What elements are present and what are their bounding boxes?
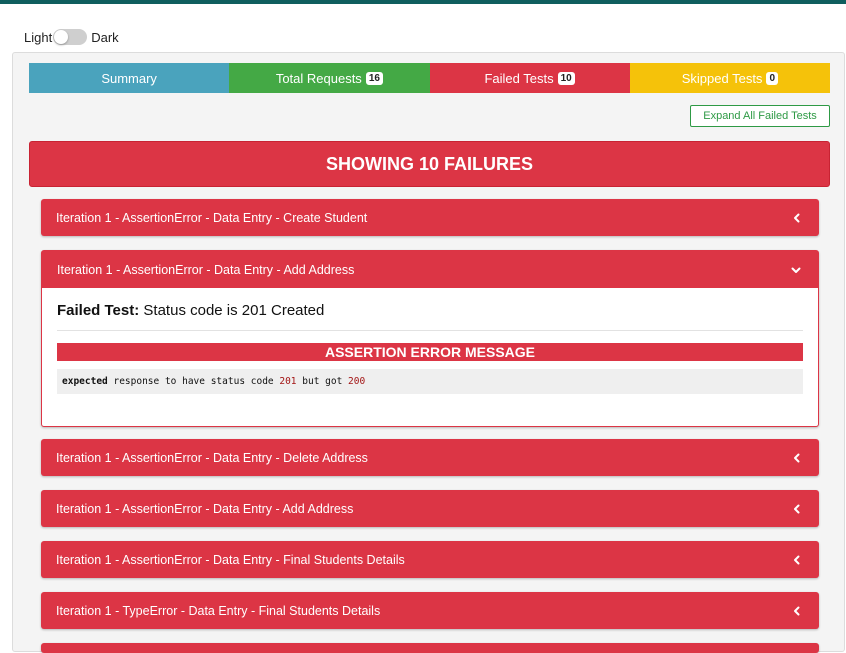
top-accent-bar xyxy=(0,0,846,4)
chevron-left-icon xyxy=(790,451,804,465)
msg-actual-code: 200 xyxy=(348,376,366,387)
assertion-error-title: ASSERTION ERROR MESSAGE xyxy=(57,343,803,361)
tab-total-requests[interactable]: Total Requests 16 xyxy=(229,63,430,93)
failures-banner: SHOWING 10 FAILURES xyxy=(29,141,830,187)
expand-all-failed-button[interactable]: Expand All Failed Tests xyxy=(690,105,830,127)
failure-title: Iteration 1 - AssertionError - Data Entr… xyxy=(56,210,368,225)
chevron-left-icon xyxy=(790,211,804,225)
failure-header[interactable]: Iteration 1 - AssertionError - Data Entr… xyxy=(41,541,819,578)
msg-expected-code: 201 xyxy=(279,376,297,387)
dark-label: Dark xyxy=(91,29,119,45)
report-tabs: Summary Total Requests 16 Failed Tests 1… xyxy=(29,63,830,93)
msg-text: but got xyxy=(296,376,349,387)
chevron-down-icon xyxy=(789,263,803,277)
failure-title: Iteration 1 - AssertionError - Data Entr… xyxy=(56,501,354,516)
chevron-left-icon xyxy=(790,553,804,567)
failure-header[interactable]: Iteration 1 - AssertionError - Data Entr… xyxy=(41,490,819,527)
failure-title: Iteration 1 - AssertionError - Data Entr… xyxy=(56,450,368,465)
count-badge: 0 xyxy=(766,71,778,85)
failure-detail: Failed Test: Status code is 201 Created … xyxy=(42,288,818,394)
tab-label: Total Requests xyxy=(275,70,362,86)
theme-switch[interactable] xyxy=(53,29,88,45)
chevron-left-icon xyxy=(790,604,804,618)
failure-item: Iteration 1 - AssertionError - Data Entr… xyxy=(41,490,819,527)
light-label: Light xyxy=(24,29,53,45)
failure-item-expanded: Iteration 1 - AssertionError - Data Entr… xyxy=(41,250,819,427)
assertion-error-message: expected response to have status code 20… xyxy=(57,369,803,394)
msg-text: response to have status code xyxy=(107,376,280,387)
tab-label: Summary xyxy=(101,70,157,86)
count-badge: 10 xyxy=(557,71,575,85)
failure-header[interactable]: Iteration 1 - AssertionError - Data Entr… xyxy=(41,439,819,476)
theme-toggle: Light Dark xyxy=(24,28,119,46)
tab-failed-tests[interactable]: Failed Tests 10 xyxy=(429,63,630,93)
chevron-left-icon xyxy=(790,502,804,516)
tab-summary[interactable]: Summary xyxy=(29,63,230,93)
msg-keyword: expected xyxy=(62,376,108,387)
failure-item: Iteration 1 - AssertionError - Data Entr… xyxy=(41,439,819,476)
failed-test-label: Failed Test: xyxy=(57,302,140,319)
report-panel: Summary Total Requests 16 Failed Tests 1… xyxy=(12,52,845,653)
failure-item: Iteration 1 - TypeError - Data Entry - F… xyxy=(41,592,819,629)
failure-header[interactable]: Iteration 1 - TypeError - Data Entry - F… xyxy=(41,592,819,629)
failure-item: Iteration 1 - AssertionError - Data Entr… xyxy=(41,541,819,578)
tab-label: Failed Tests xyxy=(484,70,554,86)
failed-test-name: Status code is 201 Created xyxy=(139,302,325,319)
failure-title: Iteration 1 - AssertionError - Data Entr… xyxy=(57,262,355,277)
tab-label: Skipped Tests xyxy=(681,70,763,86)
failure-title: Iteration 1 - AssertionError - Data Entr… xyxy=(56,552,405,567)
failure-header[interactable]: Iteration 1 - AssertionError - Data Entr… xyxy=(42,251,818,288)
switch-knob xyxy=(54,30,69,44)
count-badge: 16 xyxy=(365,71,383,85)
failure-item: Iteration 1 - AssertionError - Data Entr… xyxy=(41,199,819,236)
tab-skipped-tests[interactable]: Skipped Tests 0 xyxy=(629,63,830,93)
failure-header[interactable]: Iteration 1 - AssertionError - Data Entr… xyxy=(41,199,819,236)
failed-test-line: Failed Test: Status code is 201 Created xyxy=(57,302,803,331)
failure-title: Iteration 1 - TypeError - Data Entry - F… xyxy=(56,603,381,618)
